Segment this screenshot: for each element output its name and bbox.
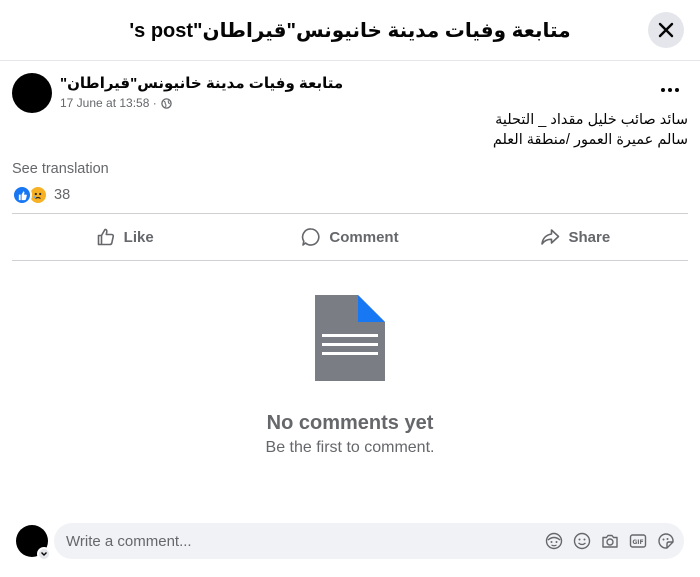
avatar-sticker-icon[interactable] [544, 531, 564, 551]
close-icon [658, 22, 674, 38]
chevron-down-icon[interactable] [37, 547, 51, 561]
more-dots-icon [661, 88, 665, 92]
post-text-line: سالم عميرة العمور /منطقة العلم [492, 132, 688, 148]
empty-state-title: No comments yet [266, 412, 434, 434]
more-options-button[interactable] [656, 78, 684, 102]
speech-bubble-icon [302, 228, 320, 246]
author-name[interactable]: "متابعة وفيات مدينة خانيونس"قيراطان [60, 74, 343, 92]
reaction-count: 38 [54, 187, 71, 203]
reactions-summary[interactable]: 38 [12, 185, 70, 205]
comment-button[interactable]: Comment [237, 214, 462, 260]
share-label: Share [568, 228, 611, 246]
composer-avatar[interactable] [16, 525, 51, 561]
document-icon [315, 295, 385, 381]
like-label: Like [123, 228, 154, 246]
camera-icon[interactable] [600, 531, 620, 551]
share-button[interactable]: Share [463, 214, 688, 260]
post-meta: 17 June at 13:58 · [60, 96, 172, 110]
post-timestamp[interactable]: 17 June at 13:58 · [60, 96, 157, 110]
dialog-title: 's post"متابعة وفيات مدينة خانيونس"قيراط… [129, 19, 571, 42]
composer-icons: GIF [544, 531, 684, 551]
empty-state-subtitle: Be the first to comment. [265, 439, 435, 456]
post-text-line: سائد صائب خليل مقداد _ التحلية [495, 112, 688, 128]
emoji-icon[interactable] [572, 531, 592, 551]
comment-label: Comment [329, 228, 399, 246]
gif-icon[interactable]: GIF [628, 531, 648, 551]
svg-text:GIF: GIF [632, 539, 643, 546]
like-button[interactable]: Like [12, 214, 237, 260]
globe-icon[interactable] [161, 97, 172, 109]
like-icon [12, 185, 32, 205]
thumbs-up-icon [97, 228, 114, 246]
post-text: سائد صائب خليل مقداد _ التحلية سالم عمير… [12, 110, 688, 150]
author-avatar[interactable] [12, 73, 52, 113]
dialog-header: 's post"متابعة وفيات مدينة خانيونس"قيراط… [0, 0, 700, 61]
action-bar: Like Comment Share [12, 213, 688, 261]
comment-composer[interactable]: GIF [54, 523, 684, 559]
sticker-icon[interactable] [656, 531, 676, 551]
comment-input[interactable] [66, 532, 544, 550]
share-arrow-icon [541, 229, 560, 245]
close-button[interactable] [648, 12, 684, 48]
see-translation-link[interactable]: See translation [12, 161, 109, 177]
no-comments-state: No comments yet Be the first to comment. [0, 292, 700, 457]
